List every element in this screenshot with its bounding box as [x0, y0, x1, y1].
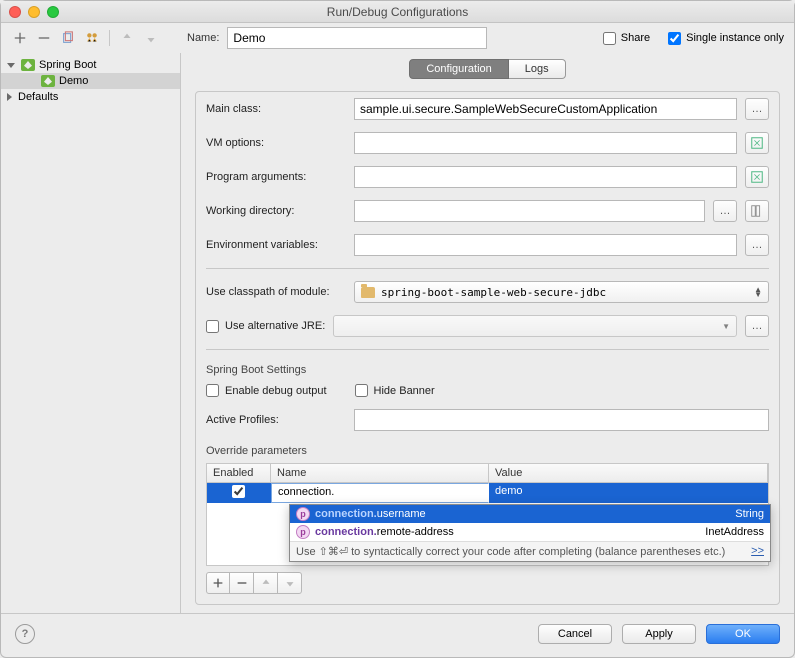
spring-boot-icon: [41, 75, 55, 87]
workdir-label: Working directory:: [206, 205, 346, 217]
cancel-button[interactable]: Cancel: [538, 624, 612, 644]
table-row[interactable]: demo: [207, 483, 768, 503]
tab-logs[interactable]: Logs: [509, 59, 566, 79]
env-vars-input[interactable]: [354, 234, 737, 256]
param-down-button[interactable]: [278, 572, 302, 594]
add-param-button[interactable]: [206, 572, 230, 594]
spring-settings-title: Spring Boot Settings: [196, 356, 779, 378]
titlebar: Run/Debug Configurations: [1, 1, 794, 23]
altjre-checkbox[interactable]: [206, 320, 219, 333]
chevron-down-icon: ▼: [722, 324, 730, 329]
edit-defaults-button[interactable]: [83, 29, 101, 47]
property-icon: p: [296, 507, 310, 521]
debug-output-label: Enable debug output: [225, 385, 327, 397]
single-instance-row[interactable]: Single instance only: [668, 32, 784, 45]
configuration-form: Main class: … VM options: Program argume…: [195, 91, 780, 605]
autocomplete-item[interactable]: p connection.username String: [290, 505, 770, 523]
single-instance-label: Single instance only: [686, 32, 784, 44]
autocomplete-type: InetAddress: [705, 526, 764, 538]
classpath-value: spring-boot-sample-web-secure-jdbc: [381, 286, 606, 299]
dialog-footer: ? Cancel Apply OK: [1, 613, 794, 653]
hide-banner-label: Hide Banner: [374, 385, 435, 397]
program-args-input[interactable]: [354, 166, 737, 188]
browse-altjre-button[interactable]: …: [745, 315, 769, 337]
browse-env-button[interactable]: …: [745, 234, 769, 256]
main-class-label: Main class:: [206, 103, 346, 115]
col-name: Name: [271, 464, 489, 482]
autocomplete-item[interactable]: p connection.remote-address InetAddress: [290, 523, 770, 541]
copy-config-button[interactable]: [59, 29, 77, 47]
chevron-updown-icon: ▲▼: [754, 287, 762, 297]
debug-output-checkbox[interactable]: [206, 384, 219, 397]
window-title: Run/Debug Configurations: [1, 5, 794, 19]
toolbar: Name: Share Single instance only: [1, 23, 794, 53]
tree-group-spring-boot[interactable]: Spring Boot: [1, 57, 180, 73]
autocomplete-popup: p connection.username String p connectio…: [289, 504, 771, 562]
chevron-down-icon: [7, 63, 15, 68]
share-label: Share: [621, 32, 650, 44]
module-folder-icon: [361, 287, 375, 298]
classpath-label: Use classpath of module:: [206, 286, 346, 298]
config-tree-sidebar: Spring Boot Demo Defaults: [1, 53, 181, 613]
override-title: Override parameters: [196, 437, 779, 459]
autocomplete-type: String: [735, 508, 764, 520]
altjre-label: Use alternative JRE:: [225, 320, 325, 332]
profiles-label: Active Profiles:: [206, 414, 346, 426]
altjre-select[interactable]: ▼: [333, 315, 737, 337]
tree-item-label: Demo: [59, 75, 88, 87]
expand-vm-button[interactable]: [745, 132, 769, 154]
property-icon: p: [296, 525, 310, 539]
tree-group-label: Defaults: [18, 91, 58, 103]
main-class-input[interactable]: [354, 98, 737, 120]
param-up-button[interactable]: [254, 572, 278, 594]
tree-item-demo[interactable]: Demo: [1, 73, 180, 89]
program-args-label: Program arguments:: [206, 171, 346, 183]
name-input[interactable]: [227, 27, 487, 49]
browse-workdir-button[interactable]: …: [713, 200, 737, 222]
autocomplete-more-link[interactable]: >>: [751, 545, 764, 558]
env-vars-label: Environment variables:: [206, 239, 346, 251]
tab-configuration[interactable]: Configuration: [409, 59, 508, 79]
vm-options-input[interactable]: [354, 132, 737, 154]
share-checkbox-row[interactable]: Share: [603, 32, 650, 45]
row-name-input[interactable]: [278, 486, 482, 498]
spring-boot-icon: [21, 59, 35, 71]
expand-args-button[interactable]: [745, 166, 769, 188]
apply-button[interactable]: Apply: [622, 624, 696, 644]
vm-options-label: VM options:: [206, 137, 346, 149]
row-enabled-checkbox[interactable]: [232, 485, 245, 498]
tree-group-label: Spring Boot: [39, 59, 96, 71]
workdir-vars-button[interactable]: [745, 200, 769, 222]
ok-button[interactable]: OK: [706, 624, 780, 644]
move-up-button[interactable]: [118, 29, 136, 47]
config-tabs: Configuration Logs: [195, 59, 780, 79]
hide-banner-checkbox[interactable]: [355, 384, 368, 397]
tree-group-defaults[interactable]: Defaults: [1, 89, 180, 105]
remove-config-button[interactable]: [35, 29, 53, 47]
single-instance-checkbox[interactable]: [668, 32, 681, 45]
override-table: Enabled Name Value demo p: [206, 463, 769, 566]
help-button[interactable]: ?: [15, 624, 35, 644]
name-label: Name:: [187, 32, 219, 44]
chevron-right-icon: [7, 93, 12, 101]
row-value-cell[interactable]: demo: [489, 483, 768, 503]
main-panel: Configuration Logs Main class: … VM opti…: [181, 53, 794, 613]
browse-main-class-button[interactable]: …: [745, 98, 769, 120]
col-enabled: Enabled: [207, 464, 271, 482]
autocomplete-hint: Use ⇧⌘⏎ to syntactically correct your co…: [290, 541, 770, 561]
workdir-input[interactable]: [354, 200, 705, 222]
move-down-button[interactable]: [142, 29, 160, 47]
profiles-input[interactable]: [354, 409, 769, 431]
col-value: Value: [489, 464, 768, 482]
classpath-select[interactable]: spring-boot-sample-web-secure-jdbc ▲▼: [354, 281, 769, 303]
remove-param-button[interactable]: [230, 572, 254, 594]
add-config-button[interactable]: [11, 29, 29, 47]
share-checkbox[interactable]: [603, 32, 616, 45]
